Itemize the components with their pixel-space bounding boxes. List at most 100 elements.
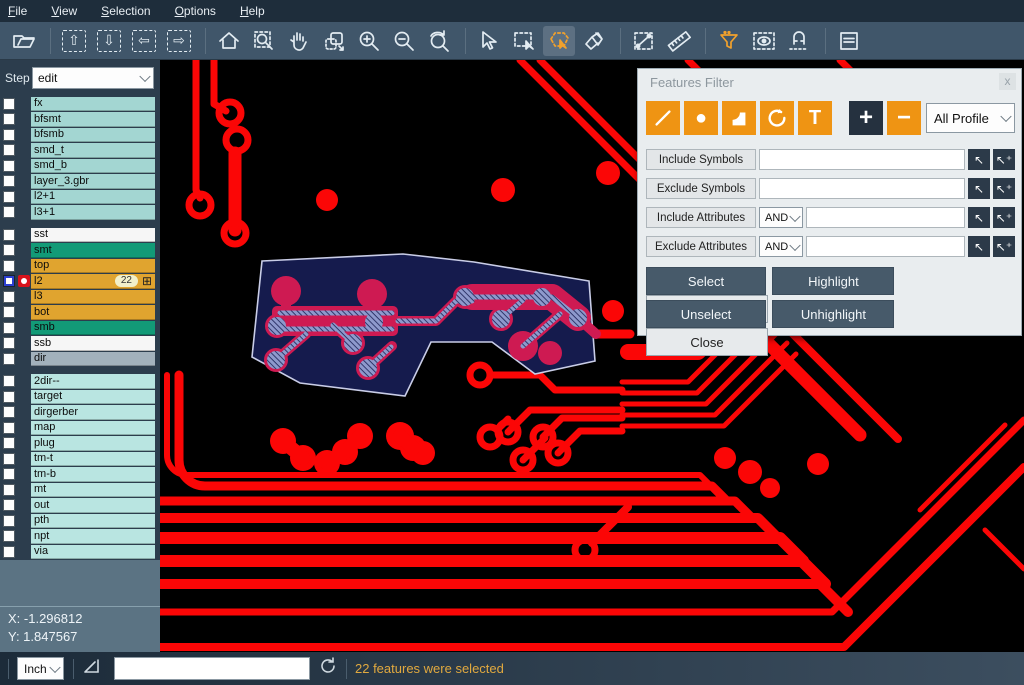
zoom-in-icon[interactable] xyxy=(353,26,385,56)
pick-attribute-icon[interactable]: ↖ xyxy=(968,236,990,257)
layer-row[interactable]: via xyxy=(0,544,160,560)
view-options-icon[interactable] xyxy=(748,26,780,56)
layer-row[interactable]: 2dir-- xyxy=(0,374,160,390)
layer-name[interactable]: plug xyxy=(31,436,155,451)
exclude-symbols-button[interactable]: Exclude Symbols xyxy=(646,178,756,199)
layer-row[interactable]: map xyxy=(0,420,160,436)
menu-help[interactable]: Help xyxy=(240,4,265,18)
layer-name[interactable]: smt xyxy=(31,243,155,258)
exclude-attributes-operator-dropdown[interactable]: AND xyxy=(759,236,803,257)
close-button[interactable]: Close xyxy=(646,328,768,356)
layer-name[interactable]: target xyxy=(31,390,155,405)
profile-dropdown[interactable]: All Profile xyxy=(926,103,1015,133)
units-dropdown[interactable]: Inch xyxy=(17,657,64,680)
menu-options[interactable]: Options xyxy=(175,4,216,18)
layer-row[interactable]: target xyxy=(0,389,160,405)
pick-symbol-icon[interactable]: ↖ xyxy=(968,178,990,199)
measure-distance-icon[interactable] xyxy=(628,26,660,56)
layer-row[interactable]: l3 xyxy=(0,289,160,305)
include-attributes-input[interactable] xyxy=(806,207,965,228)
select-cursor-icon[interactable] xyxy=(473,26,505,56)
pick-add-symbol-icon[interactable]: ↖⁺ xyxy=(993,149,1015,170)
layer-row[interactable]: top xyxy=(0,258,160,274)
open-folder-icon[interactable] xyxy=(8,26,40,56)
layer-name[interactable]: l3+1 xyxy=(31,205,155,220)
layer-name[interactable]: npt xyxy=(31,529,155,544)
pick-add-symbol-icon[interactable]: ↖⁺ xyxy=(993,178,1015,199)
features-filter-icon[interactable] xyxy=(713,26,745,56)
layer-row[interactable]: bfsmt xyxy=(0,112,160,128)
layer-name[interactable]: bot xyxy=(31,305,155,320)
layer-row[interactable]: smd_b xyxy=(0,158,160,174)
layer-row[interactable]: npt xyxy=(0,529,160,545)
dialog-close-icon[interactable]: x xyxy=(999,73,1016,90)
layer-checkbox[interactable] xyxy=(3,453,15,465)
zoom-out-icon[interactable] xyxy=(388,26,420,56)
command-input[interactable] xyxy=(114,657,310,680)
layer-checkbox[interactable] xyxy=(3,499,15,511)
layer-row[interactable]: fx xyxy=(0,96,160,112)
arc-feature-button[interactable] xyxy=(760,101,794,135)
add-filter-button[interactable]: + xyxy=(849,101,883,135)
layer-checkbox[interactable] xyxy=(3,422,15,434)
layer-name[interactable]: bfsmb xyxy=(31,128,155,143)
layer-name[interactable]: via xyxy=(31,545,155,560)
layer-name[interactable]: l222⊞ xyxy=(31,274,155,289)
pick-attribute-icon[interactable]: ↖ xyxy=(968,207,990,228)
snap-magnet-icon[interactable] xyxy=(783,26,815,56)
layer-row[interactable]: pth xyxy=(0,513,160,529)
layer-row[interactable]: ssb xyxy=(0,336,160,352)
pan-down-icon[interactable]: ⇩ xyxy=(93,26,125,56)
refresh-icon[interactable] xyxy=(318,656,338,681)
menu-view[interactable]: View xyxy=(51,4,77,18)
layer-name[interactable]: map xyxy=(31,421,155,436)
surface-feature-button[interactable] xyxy=(722,101,756,135)
ruler-icon[interactable] xyxy=(663,26,695,56)
remove-filter-button[interactable]: − xyxy=(887,101,921,135)
layer-row[interactable]: l3+1 xyxy=(0,205,160,221)
select-button[interactable]: Select xyxy=(646,267,766,295)
layer-name[interactable]: 2dir-- xyxy=(31,374,155,389)
layer-name[interactable]: dirgerber xyxy=(31,405,155,420)
layer-checkbox[interactable] xyxy=(3,306,15,318)
layer-name[interactable]: pth xyxy=(31,514,155,529)
layer-checkbox-selected[interactable] xyxy=(3,275,15,287)
pan-left-icon[interactable]: ⇦ xyxy=(128,26,160,56)
paint-select-icon[interactable] xyxy=(578,26,610,56)
layer-checkbox[interactable] xyxy=(3,244,15,256)
layer-name[interactable]: dir xyxy=(31,352,155,367)
layer-checkbox[interactable] xyxy=(3,175,15,187)
home-view-icon[interactable] xyxy=(213,26,245,56)
exclude-attributes-input[interactable] xyxy=(806,236,965,257)
layer-row[interactable]: smt xyxy=(0,243,160,259)
layer-name[interactable]: smd_t xyxy=(31,143,155,158)
exclude-symbols-input[interactable] xyxy=(759,178,965,199)
layer-checkbox[interactable] xyxy=(3,437,15,449)
layer-row[interactable]: tm-b xyxy=(0,467,160,483)
layer-row[interactable]: plug xyxy=(0,436,160,452)
layer-checkbox[interactable] xyxy=(3,406,15,418)
pick-add-attribute-icon[interactable]: ↖⁺ xyxy=(993,236,1015,257)
pan-right-icon[interactable]: ⇨ xyxy=(163,26,195,56)
layer-checkbox[interactable] xyxy=(3,229,15,241)
include-symbols-input[interactable] xyxy=(759,149,965,170)
pan-up-icon[interactable]: ⇧ xyxy=(58,26,90,56)
unhighlight-button[interactable]: Unhighlight xyxy=(772,300,894,328)
layer-checkbox[interactable] xyxy=(3,191,15,203)
pick-add-attribute-icon[interactable]: ↖⁺ xyxy=(993,207,1015,228)
layer-checkbox[interactable] xyxy=(3,530,15,542)
layer-row[interactable]: smd_t xyxy=(0,143,160,159)
menu-file[interactable]: File xyxy=(8,4,27,18)
layer-row[interactable]: sst xyxy=(0,227,160,243)
layer-table-icon[interactable]: ⊞ xyxy=(142,275,152,287)
menu-selection[interactable]: Selection xyxy=(101,4,150,18)
zoom-previous-icon[interactable] xyxy=(423,26,455,56)
include-symbols-button[interactable]: Include Symbols xyxy=(646,149,756,170)
layer-name[interactable]: l3 xyxy=(31,290,155,305)
layer-checkbox[interactable] xyxy=(3,515,15,527)
layer-checkbox[interactable] xyxy=(3,98,15,110)
layer-checkbox[interactable] xyxy=(3,206,15,218)
layer-row[interactable]: bfsmb xyxy=(0,127,160,143)
pick-symbol-icon[interactable]: ↖ xyxy=(968,149,990,170)
layer-name[interactable]: smd_b xyxy=(31,159,155,174)
